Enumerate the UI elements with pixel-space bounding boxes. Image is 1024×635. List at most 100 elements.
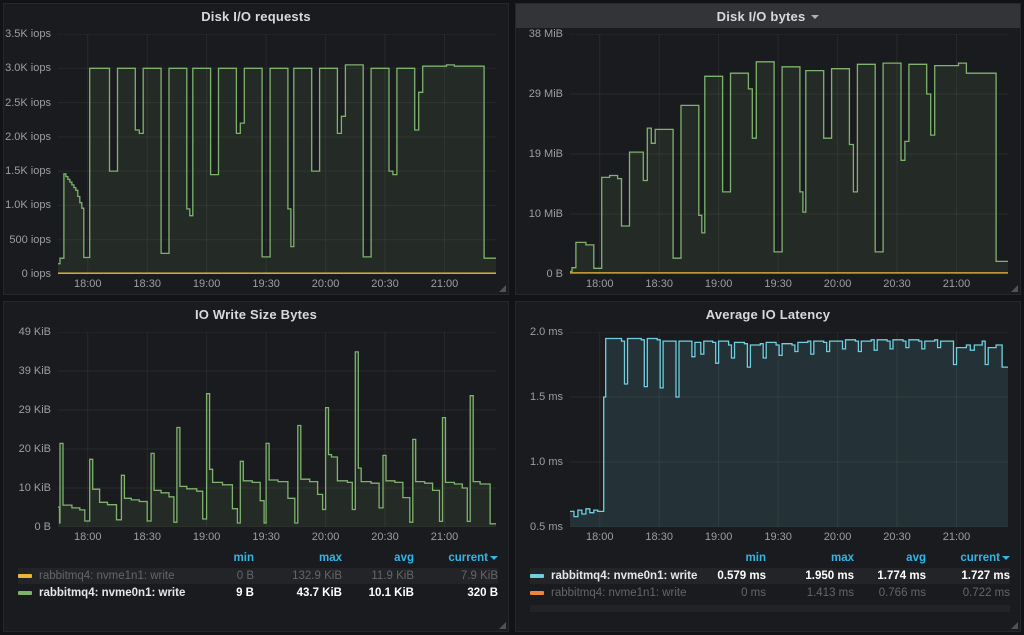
- plot-area[interactable]: [58, 332, 496, 527]
- y-tick-label: 1.0K iops: [5, 199, 51, 211]
- sort-desc-icon: [1002, 556, 1010, 560]
- legend-sort-header-avg[interactable]: avg: [854, 552, 926, 564]
- panel-disk-io-bytes: Disk I/O bytes 0 B10 MiB19 MiB29 MiB38 M…: [515, 3, 1021, 295]
- legend-value-max: 1.413 ms: [766, 587, 854, 599]
- legend-sort-header-current[interactable]: current: [926, 552, 1010, 564]
- x-tick-label: 20:30: [883, 278, 911, 290]
- y-axis: 0.5 ms1.0 ms1.5 ms2.0 ms: [516, 332, 570, 527]
- chevron-down-icon[interactable]: [811, 15, 819, 19]
- y-tick-label: 1.0 ms: [530, 456, 563, 468]
- legend-series-row: rabbitmq4: nvme1n1: write0 B132.9 KiB11.…: [18, 568, 498, 584]
- plot-area[interactable]: [58, 34, 496, 274]
- series-color-swatch[interactable]: [18, 591, 32, 595]
- x-tick-label: 20:30: [371, 531, 399, 543]
- panel-title[interactable]: IO Write Size Bytes: [195, 307, 317, 322]
- x-tick-label: 21:00: [431, 278, 459, 290]
- panel-average-io-latency: Average IO Latency 0.5 ms1.0 ms1.5 ms2.0…: [515, 301, 1021, 632]
- legend-value-avg: 0.766 ms: [854, 587, 926, 599]
- legend-sort-header-max[interactable]: max: [254, 552, 342, 564]
- legend-value-min: 0.579 ms: [702, 570, 766, 582]
- panel-resize-handle[interactable]: [499, 285, 506, 292]
- series-color-swatch[interactable]: [530, 591, 544, 595]
- x-tick-label: 19:30: [252, 531, 280, 543]
- panel-resize-handle[interactable]: [499, 622, 506, 629]
- plot-area[interactable]: [570, 34, 1008, 274]
- legend-sort-header-current[interactable]: current: [414, 552, 498, 564]
- x-tick-label: 20:30: [883, 531, 911, 543]
- plot-area[interactable]: [570, 332, 1008, 527]
- legend-header-label: avg: [906, 552, 926, 564]
- x-axis: 18:0018:3019:0019:3020:0020:3021:00: [570, 527, 1008, 547]
- legend-table: minmaxavg current rabbitmq4: nvme1n1: writ…: [4, 547, 508, 631]
- legend-header-row: minmax avg current: [530, 549, 1010, 567]
- x-tick-label: 20:30: [371, 278, 399, 290]
- legend-value-max: 43.7 KiB: [254, 587, 342, 599]
- x-axis: 18:0018:3019:0019:3020:0020:3021:00: [570, 274, 1008, 294]
- x-tick-label: 21:00: [943, 278, 971, 290]
- y-tick-label: 38 MiB: [529, 28, 563, 40]
- chart-average-io-latency: 0.5 ms1.0 ms1.5 ms2.0 ms 18:0018:3019:00…: [516, 326, 1020, 547]
- legend-header-label: current: [960, 552, 1000, 564]
- legend-table: minmax avg current rabbitmq4: nvme0n1: writ…: [516, 547, 1020, 631]
- series-color-swatch[interactable]: [18, 574, 32, 578]
- x-tick-label: 19:00: [705, 531, 733, 543]
- x-tick-label: 19:30: [764, 531, 792, 543]
- legend-value-min: 0 ms: [702, 587, 766, 599]
- y-axis: 0 iops500 iops1.0K iops1.5K iops2.0K iop…: [4, 34, 58, 274]
- panel-header[interactable]: IO Write Size Bytes: [4, 302, 508, 326]
- y-tick-label: 2.5K iops: [5, 97, 51, 109]
- legend-value-avg: 10.1 KiB: [342, 587, 414, 599]
- x-tick-label: 18:00: [74, 531, 102, 543]
- series-color-swatch[interactable]: [530, 574, 544, 578]
- y-axis: 0 B10 MiB19 MiB29 MiB38 MiB: [516, 34, 570, 274]
- panel-header[interactable]: Disk I/O bytes: [516, 4, 1020, 28]
- y-axis: 0 B10 KiB20 KiB29 KiB39 KiB49 KiB: [4, 332, 58, 527]
- y-tick-label: 1.5K iops: [5, 165, 51, 177]
- x-tick-label: 19:30: [764, 278, 792, 290]
- legend-sort-header-min[interactable]: min: [190, 552, 254, 564]
- y-tick-label: 3.0K iops: [5, 62, 51, 74]
- legend-series-row-clipped: [530, 605, 1010, 612]
- y-tick-label: 19 MiB: [529, 148, 563, 160]
- legend-sort-header-max[interactable]: max: [766, 552, 854, 564]
- series-name: rabbitmq4: nvme0n1: write: [39, 587, 185, 599]
- legend-series-toggle[interactable]: rabbitmq4: nvme0n1: write: [18, 587, 190, 599]
- legend-sort-header-min[interactable]: min: [702, 552, 766, 564]
- legend-value-current: 7.9 KiB: [414, 570, 498, 582]
- panel-resize-handle[interactable]: [1011, 285, 1018, 292]
- x-tick-label: 19:00: [193, 531, 221, 543]
- panel-title[interactable]: Disk I/O requests: [201, 9, 311, 24]
- legend-header-label: min: [746, 552, 766, 564]
- legend-value-avg: 11.9 KiB: [342, 570, 414, 582]
- legend-series-toggle[interactable]: rabbitmq4: nvme1n1: write: [18, 570, 190, 582]
- panel-header[interactable]: Disk I/O requests: [4, 4, 508, 28]
- x-axis: 18:0018:3019:0019:3020:0020:3021:00: [58, 527, 496, 547]
- x-tick-label: 18:00: [586, 278, 614, 290]
- legend-value-current: 0.722 ms: [926, 587, 1010, 599]
- chart-disk-io-requests: 0 iops 500 iops 1.0K iops 1.5K iops 2.0K iop…: [4, 28, 508, 294]
- sort-desc-icon: [490, 556, 498, 560]
- panel-title[interactable]: Average IO Latency: [706, 307, 831, 322]
- x-tick-label: 19:00: [193, 278, 221, 290]
- y-tick-label: 49 KiB: [19, 326, 51, 338]
- panel-resize-handle[interactable]: [1011, 622, 1018, 629]
- panel-title[interactable]: Disk I/O bytes: [717, 9, 806, 24]
- y-tick-label: 500 iops: [9, 234, 51, 246]
- y-tick-label: 1.5 ms: [530, 391, 563, 403]
- x-axis: 18:0018:3019:0019:3020:0020:3021:00: [58, 274, 496, 294]
- legend-header-row: minmaxavg current: [18, 549, 498, 567]
- legend-sort-header-avg[interactable]: avg: [342, 552, 414, 564]
- y-tick-label: 3.5K iops: [5, 28, 51, 40]
- legend-value-max: 132.9 KiB: [254, 570, 342, 582]
- x-tick-label: 20:00: [824, 531, 852, 543]
- legend-series-row: rabbitmq4: nvme0n1: write0.579 ms1.950 m…: [530, 568, 1010, 584]
- legend-header-label: min: [234, 552, 254, 564]
- y-tick-label: 2.0K iops: [5, 131, 51, 143]
- y-tick-label: 10 MiB: [529, 208, 563, 220]
- legend-header-label: current: [448, 552, 488, 564]
- panel-header[interactable]: Average IO Latency: [516, 302, 1020, 326]
- legend-series-toggle[interactable]: rabbitmq4: nvme1n1: write: [530, 587, 702, 599]
- legend-value-current: 320 B: [414, 587, 498, 599]
- legend-series-toggle[interactable]: rabbitmq4: nvme0n1: write: [530, 570, 702, 582]
- y-tick-label: 0 iops: [22, 268, 51, 280]
